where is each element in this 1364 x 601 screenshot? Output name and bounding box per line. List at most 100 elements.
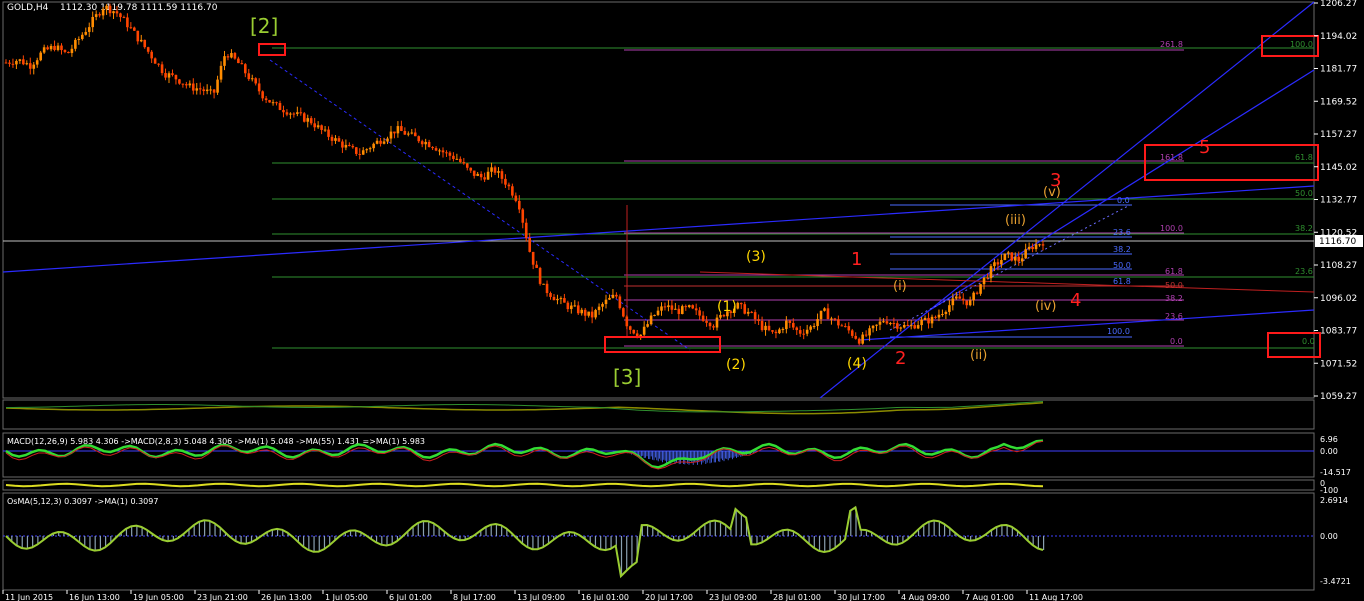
candle-body xyxy=(524,222,528,238)
candle-body xyxy=(375,140,379,144)
candle-body xyxy=(53,45,56,50)
wave-3-bracket: [3] xyxy=(613,365,641,389)
candle-body xyxy=(299,112,303,114)
candle-body xyxy=(1031,246,1034,250)
price-tick-label: 1145.02 xyxy=(1320,163,1357,173)
candle-body xyxy=(916,325,920,329)
macd-hist-bar xyxy=(699,451,701,462)
candle-body xyxy=(178,79,181,84)
candle-body xyxy=(87,27,91,32)
candle-body xyxy=(937,314,941,318)
candle-body xyxy=(465,163,469,168)
macd-hist-bar xyxy=(674,451,676,464)
candle-body xyxy=(833,318,837,320)
candle-body xyxy=(1034,244,1038,250)
candle-body xyxy=(417,136,421,142)
candle-body xyxy=(961,298,965,301)
candle-body xyxy=(153,58,157,64)
candle-body xyxy=(705,320,708,323)
candle-body xyxy=(941,313,944,315)
candle-body xyxy=(105,5,108,10)
macd-hist-bar xyxy=(730,451,732,458)
price-tick-label: 1096.02 xyxy=(1320,294,1357,304)
osma-hist-bar xyxy=(21,536,23,549)
candle-body xyxy=(1010,252,1014,261)
candle-body xyxy=(226,56,230,58)
time-tick-label: 16 Jun 13:00 xyxy=(69,593,120,601)
candle-body xyxy=(712,326,715,328)
price-tick-label: 1181.77 xyxy=(1320,65,1357,75)
candle-body xyxy=(483,177,486,180)
macd-hist-bar xyxy=(648,451,649,459)
fib-38-2-blue: 38.2 xyxy=(1113,245,1131,254)
candle-body xyxy=(812,326,816,328)
macd-hist-bar xyxy=(720,451,722,459)
fib-61-8-blue: 61.8 xyxy=(1113,277,1131,286)
candle-body xyxy=(972,292,975,301)
candle-body xyxy=(427,141,431,148)
candle-body xyxy=(56,45,60,50)
candle-body xyxy=(202,89,205,92)
osma-hist-bar xyxy=(136,525,138,536)
candle-body xyxy=(767,325,771,331)
candle-body xyxy=(535,264,538,268)
osma-hist-bar xyxy=(99,536,101,551)
macd-hist-bar xyxy=(695,451,697,463)
price-tick-label: 1157.27 xyxy=(1320,130,1357,140)
osma-hist-bar xyxy=(193,525,195,536)
candle-body xyxy=(670,305,674,310)
price-tick-label: 1132.77 xyxy=(1320,196,1357,206)
candle-body xyxy=(337,138,341,142)
candle-body xyxy=(396,126,400,134)
candle-body xyxy=(798,330,802,334)
candle-body xyxy=(1041,244,1045,246)
candle-body xyxy=(209,89,212,91)
time-tick-label: 11 Jun 2015 xyxy=(5,593,53,601)
candle-body xyxy=(899,327,903,329)
osma-hist-bar xyxy=(1037,536,1039,549)
candle-body xyxy=(615,294,618,297)
macd-hist-bar xyxy=(662,451,663,463)
candle-body xyxy=(472,170,476,176)
osma-hist-bar xyxy=(891,536,894,545)
gold-h4-chart[interactable]: GOLD,H4 1112.30 1119.78 1111.59 1116.70 xyxy=(0,0,1364,601)
macd-hist-bar xyxy=(652,451,653,460)
candle-body xyxy=(511,186,514,196)
candle-body xyxy=(573,305,577,307)
osma-hist-bar xyxy=(620,536,623,577)
osma-hist-bar xyxy=(646,525,649,536)
candle-body xyxy=(264,98,268,101)
candle-body xyxy=(642,326,646,335)
candle-body xyxy=(552,296,556,301)
candle-body xyxy=(372,143,375,149)
candle-body xyxy=(788,320,792,323)
candle-body xyxy=(143,39,147,48)
candle-body xyxy=(77,38,81,40)
osma-hist-bar xyxy=(996,527,998,536)
osma-hist-bar xyxy=(381,536,383,545)
candle-body xyxy=(35,60,39,65)
candle-body xyxy=(237,58,240,64)
candle-body xyxy=(46,47,49,50)
candle-body xyxy=(216,79,219,93)
candle-body xyxy=(663,306,667,308)
candle-body xyxy=(986,277,989,279)
osma-hist-bar xyxy=(818,536,821,551)
candle-body xyxy=(646,324,649,327)
candle-body xyxy=(1024,249,1027,259)
candle-body xyxy=(28,63,32,69)
candle-body xyxy=(271,102,275,104)
candle-body xyxy=(868,328,871,336)
candle-body xyxy=(101,9,105,16)
candle-body xyxy=(445,152,448,154)
candle-body xyxy=(254,78,258,84)
candle-body xyxy=(459,158,462,163)
candle-body xyxy=(927,317,930,324)
time-tick-label: 6 Jul 01:00 xyxy=(389,593,432,601)
candle-body xyxy=(889,323,892,325)
candle-body xyxy=(275,102,278,104)
fib-0-purple: 0.0 xyxy=(1170,337,1183,346)
wave-2-red: 2 xyxy=(895,348,906,369)
candle-body xyxy=(167,73,171,78)
osma-hist-bar xyxy=(422,521,425,536)
